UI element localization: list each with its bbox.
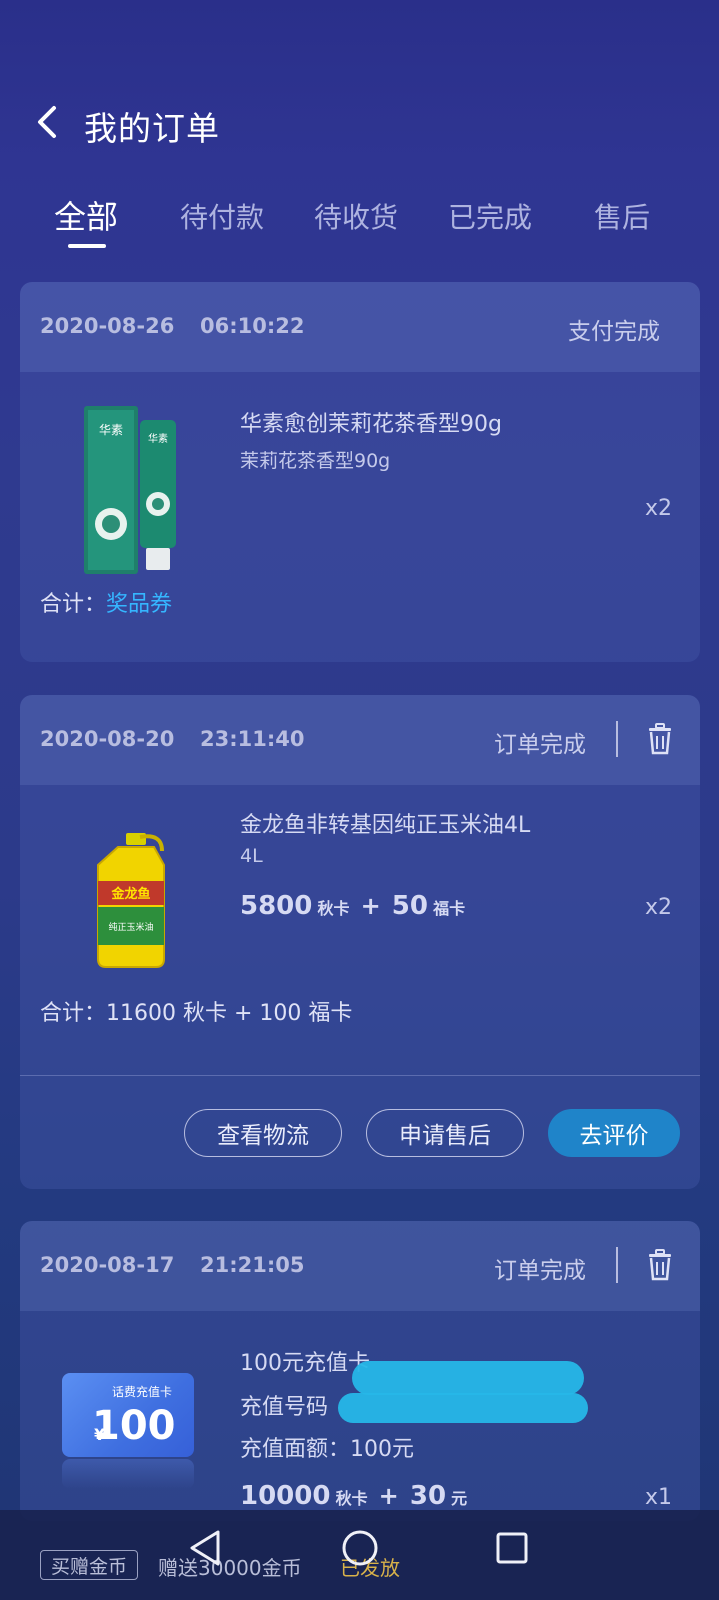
promo-text: 赠送30000金币 bbox=[158, 1556, 302, 1580]
back-arrow-icon[interactable] bbox=[34, 104, 64, 140]
tab-pending-payment[interactable]: 待付款 bbox=[180, 196, 264, 236]
price-plus: + bbox=[360, 892, 381, 920]
price-sub-unit: 福卡 bbox=[433, 899, 466, 918]
order-header: 2020-08-17 21:21:05 订单完成 bbox=[20, 1221, 700, 1311]
nav-back-icon[interactable] bbox=[188, 1528, 224, 1568]
promo-tag: 买赠金币 bbox=[40, 1550, 139, 1580]
price-sub: 50 bbox=[391, 891, 428, 921]
order-header: 2020-08-20 23:11:40 订单完成 bbox=[20, 695, 700, 785]
product-quantity: x2 bbox=[644, 895, 672, 920]
price-main: 10000 bbox=[240, 1481, 331, 1511]
tab-completed[interactable]: 已完成 bbox=[448, 196, 532, 236]
corn-oil-product-image[interactable]: 金龙鱼 纯正玉米油 bbox=[92, 831, 188, 971]
order-date: 2020-08-26 bbox=[40, 314, 175, 338]
recharge-number-label: 充值号码 bbox=[240, 1395, 329, 1420]
order-time: 06:10:22 bbox=[200, 314, 305, 338]
svg-text:华素: 华素 bbox=[148, 432, 168, 445]
product-price: 10000 秋卡 + 30 元 bbox=[240, 1481, 467, 1511]
toothpaste-product-image[interactable]: 华素 华素 bbox=[78, 400, 190, 580]
product-price: 5800 秋卡 + 50 福卡 bbox=[240, 891, 465, 921]
product-quantity: x2 bbox=[644, 496, 672, 521]
view-logistics-button[interactable]: 查看物流 bbox=[184, 1109, 342, 1157]
product-quantity: x1 bbox=[644, 1485, 672, 1510]
tab-all[interactable]: 全部 bbox=[54, 192, 118, 238]
recharge-value: 充值面额：100元 bbox=[240, 1437, 414, 1462]
price-main-unit: 秋卡 bbox=[317, 899, 350, 918]
svg-text:华素: 华素 bbox=[99, 423, 123, 437]
price-sub: 30 bbox=[409, 1481, 447, 1511]
tab-after-sales[interactable]: 售后 bbox=[594, 196, 650, 236]
trash-icon[interactable] bbox=[646, 1249, 674, 1281]
order-status: 订单完成 bbox=[494, 732, 586, 758]
order-tabs: 全部 待付款 待收货 已完成 售后 bbox=[0, 196, 719, 246]
tab-pending-delivery[interactable]: 待收货 bbox=[314, 196, 398, 236]
recharge-card-amount: 100 bbox=[92, 1403, 176, 1449]
svg-text:纯正玉米油: 纯正玉米油 bbox=[108, 921, 153, 933]
total-label: 合计： bbox=[40, 592, 107, 617]
total-label: 合计： bbox=[40, 1001, 107, 1026]
status-divider bbox=[616, 721, 618, 757]
total-voucher: 奖品券 bbox=[106, 592, 173, 617]
recharge-card-reflection bbox=[62, 1459, 194, 1489]
product-spec: 4L bbox=[240, 845, 263, 867]
order-time: 23:11:40 bbox=[200, 727, 305, 751]
total-value: 11600 秋卡 + 100 福卡 bbox=[106, 1001, 353, 1026]
order-date: 2020-08-17 bbox=[40, 1253, 175, 1277]
redaction-scribble bbox=[352, 1361, 584, 1395]
status-divider bbox=[616, 1247, 618, 1283]
active-tab-indicator bbox=[68, 244, 106, 248]
order-total: 合计：11600 秋卡 + 100 福卡 bbox=[40, 995, 352, 1027]
nav-recents-icon[interactable] bbox=[494, 1528, 530, 1568]
order-header: 2020-08-26 06:10:22 支付完成 bbox=[20, 282, 700, 372]
price-main-unit: 秋卡 bbox=[335, 1489, 368, 1508]
product-name: 金龙鱼非转基因纯正玉米油4L bbox=[240, 813, 531, 838]
order-card[interactable]: 2020-08-17 21:21:05 订单完成 话费充值卡 ¥ 100 100… bbox=[20, 1221, 700, 1521]
nav-home-icon[interactable] bbox=[340, 1528, 380, 1568]
price-main: 5800 bbox=[240, 891, 313, 921]
order-status: 支付完成 bbox=[568, 319, 660, 345]
order-status: 订单完成 bbox=[494, 1258, 586, 1284]
price-plus: + bbox=[378, 1482, 399, 1510]
trash-icon[interactable] bbox=[646, 723, 674, 755]
order-card[interactable]: 2020-08-20 23:11:40 订单完成 金龙鱼 纯正玉米油 金龙鱼非转… bbox=[20, 695, 700, 1189]
product-name: 华素愈创茉莉花茶香型90g bbox=[240, 412, 502, 437]
card-divider bbox=[20, 1075, 700, 1076]
order-time: 21:21:05 bbox=[200, 1253, 305, 1277]
product-spec: 茉莉花茶香型90g bbox=[240, 450, 391, 472]
order-total: 合计：奖品券 bbox=[40, 586, 172, 618]
header: 我的订单 全部 待付款 待收货 已完成 售后 bbox=[0, 0, 719, 250]
recharge-card-label: 话费充值卡 bbox=[112, 1385, 173, 1399]
svg-text:金龙鱼: 金龙鱼 bbox=[110, 886, 150, 902]
price-sub-unit: 元 bbox=[451, 1489, 468, 1508]
product-name: 100元充值卡 bbox=[240, 1351, 370, 1376]
page-title: 我的订单 bbox=[84, 109, 220, 148]
redaction-scribble bbox=[338, 1393, 588, 1423]
review-button[interactable]: 去评价 bbox=[548, 1109, 680, 1157]
order-date: 2020-08-20 bbox=[40, 727, 175, 751]
after-sales-button[interactable]: 申请售后 bbox=[366, 1109, 524, 1157]
recharge-card-image[interactable]: 话费充值卡 ¥ 100 bbox=[62, 1373, 194, 1457]
order-card[interactable]: 2020-08-26 06:10:22 支付完成 华素 华素 华素愈创茉莉花茶香… bbox=[20, 282, 700, 662]
